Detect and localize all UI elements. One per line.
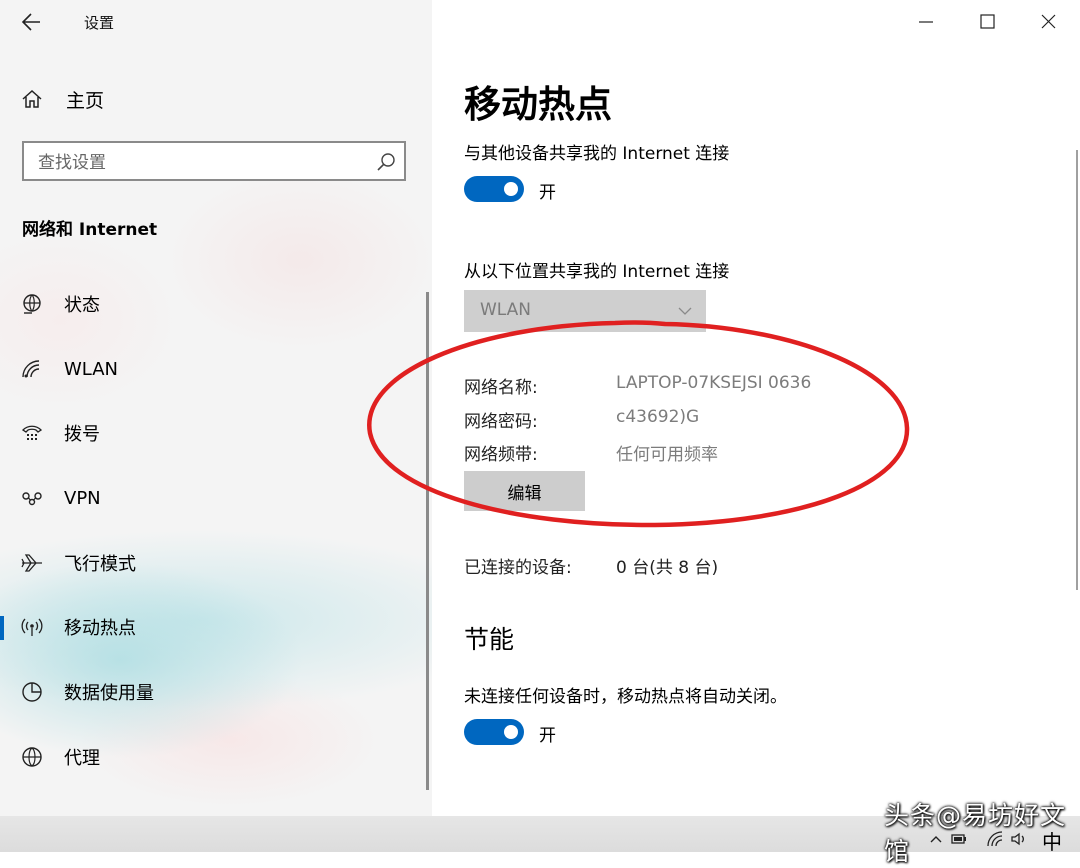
share-from-value: WLAN [480,300,532,320]
dialup-icon [21,425,43,440]
sidebar-item-label: 拨号 [64,424,100,445]
search-icon[interactable] [376,152,396,172]
sidebar-item-proxy[interactable]: 代理 [0,734,432,780]
home-label: 主页 [66,89,105,112]
maximize-icon [980,14,995,29]
maximize-button[interactable] [967,8,1007,36]
power-saving-label: 未连接任何设备时，移动热点将自动关闭。 [464,687,787,707]
network-password-key: 网络密码: [464,412,538,432]
network-name-key: 网络名称: [464,378,538,398]
sidebar-item-data-usage[interactable]: 数据使用量 [0,669,432,715]
back-arrow-icon [21,13,40,31]
network-name-value: LAPTOP-07KSEJSI 0636 [616,373,812,393]
sidebar-item-label: 代理 [64,748,100,769]
chevron-down-icon [678,307,692,315]
globe-icon [22,747,42,767]
minimize-button[interactable] [906,8,946,36]
sidebar-item-dialup[interactable]: 拨号 [0,410,432,456]
network-band-key: 网络频带: [464,445,538,465]
sidebar-item-label: 移动热点 [64,618,136,639]
watermark: 头条@易坊好文馆 [884,801,1067,866]
back-button[interactable] [18,8,48,36]
share-toggle[interactable] [464,176,524,202]
sidebar: 设置 主页 网络和 Internet 状态 WLAN [0,0,432,852]
page-title: 移动热点 [464,83,612,126]
power-saving-heading: 节能 [464,625,515,654]
sidebar-item-label: VPN [64,487,101,509]
sidebar-scrollbar[interactable] [426,292,429,790]
sidebar-item-label: WLAN [64,358,119,380]
edit-button[interactable]: 编辑 [464,471,585,511]
home-nav-item[interactable]: 主页 [20,84,104,114]
wifi-icon [22,360,40,378]
minimize-icon [919,21,933,23]
close-button[interactable] [1029,8,1069,36]
network-band-value: 任何可用频率 [616,445,718,465]
home-icon [22,89,42,108]
section-title: 网络和 Internet [22,220,158,240]
hotspot-icon [21,618,43,636]
sidebar-item-label: 数据使用量 [64,683,154,704]
sidebar-item-mobile-hotspot[interactable]: 移动热点 [0,604,432,650]
power-saving-toggle-state: 开 [539,726,556,746]
content-scrollbar[interactable] [1076,150,1078,590]
vpn-icon [22,492,42,506]
connected-devices-value: 0 台(共 8 台) [616,558,719,578]
sidebar-item-airplane-mode[interactable]: 飞行模式 [0,540,432,586]
share-from-dropdown[interactable]: WLAN [464,290,706,332]
search-input[interactable] [36,149,370,177]
share-toggle-state: 开 [539,183,556,203]
app-title: 设置 [84,14,115,32]
airplane-icon [21,554,42,572]
sidebar-item-label: 飞行模式 [64,554,136,575]
search-box[interactable] [22,141,406,181]
close-icon [1041,14,1056,29]
sidebar-item-vpn[interactable]: VPN [0,475,432,521]
connected-devices-key: 已连接的设备: [464,558,572,578]
pie-chart-icon [22,682,42,702]
sidebar-item-status[interactable]: 状态 [0,281,432,327]
share-from-label: 从以下位置共享我的 Internet 连接 [464,262,730,282]
sidebar-item-label: 状态 [64,295,100,316]
content-pane: 移动热点 与其他设备共享我的 Internet 连接 开 从以下位置共享我的 I… [432,0,1080,852]
network-password-value: c43692)G [616,407,700,427]
sidebar-item-wlan[interactable]: WLAN [0,346,432,392]
power-saving-toggle[interactable] [464,719,524,745]
globe-status-icon [23,294,41,314]
share-label: 与其他设备共享我的 Internet 连接 [464,144,730,164]
